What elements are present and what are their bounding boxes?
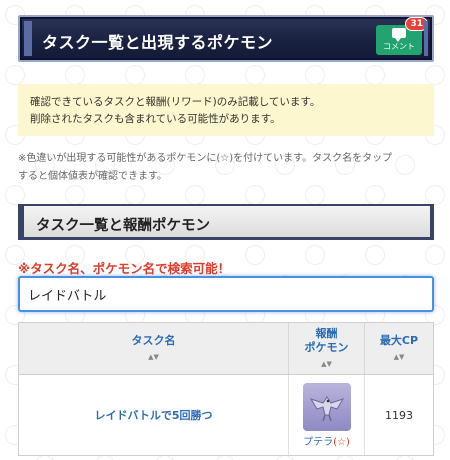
speech-bubble-icon: [392, 28, 406, 42]
column-header-cp[interactable]: 最大CP ▲▼: [365, 323, 433, 374]
shiny-mark: (☆): [333, 436, 350, 448]
sort-arrows-icon: ▲▼: [321, 359, 332, 368]
sort-arrows-icon: ▲▼: [393, 352, 405, 361]
table-header-row: タスク名 ▲▼ 報酬 ポケモン ▲▼ 最大CP ▲▼: [19, 323, 433, 375]
cp-cell: 1193: [365, 375, 433, 455]
column-header-reward-line2: ポケモン: [304, 340, 349, 354]
search-hint: ※タスク名、ポケモン名で検索可能！: [18, 261, 231, 276]
info-notice-box: 確認できているタスクと報酬(リワード)のみ記載しています。 削除されたタスクも含…: [18, 84, 434, 136]
page-title: タスク一覧と出現するポケモン: [42, 33, 274, 52]
task-link[interactable]: レイドバトルで5回勝つ: [95, 407, 213, 423]
column-header-task[interactable]: タスク名 ▲▼: [19, 323, 289, 374]
aerodactyl-icon[interactable]: [302, 382, 351, 431]
notice-line-1: 確認できているタスクと報酬(リワード)のみ記載しています。: [30, 96, 321, 108]
column-header-task-label: タスク名: [131, 333, 176, 347]
pokemon-name-text: プテラ: [303, 436, 334, 448]
reward-cell: プテラ(☆): [289, 375, 365, 455]
max-cp-value: 1193: [385, 408, 413, 422]
task-cell: レイドバトルで5回勝つ: [19, 375, 289, 455]
table-row: レイドバトルで5回勝つ プテラ(☆) 1193: [19, 375, 433, 455]
page-header-banner: タスク一覧と出現するポケモン コメント 31: [18, 15, 434, 62]
comment-count-badge: 31: [405, 17, 428, 31]
column-header-reward[interactable]: 報酬 ポケモン ▲▼: [289, 323, 365, 374]
shiny-note: ※色違いが出現する可能性があるポケモンに(☆)を付けています。タスク名をタップ …: [18, 150, 434, 186]
search-input[interactable]: [18, 276, 434, 312]
notice-line-2: 削除されたタスクも含まれている可能性があります。: [30, 113, 281, 125]
section-heading: タスク一覧と報酬ポケモン: [18, 204, 434, 240]
shiny-note-line-1: ※色違いが出現する可能性があるポケモンに(☆)を付けています。タスク名をタップ: [18, 153, 393, 164]
section-title: タスク一覧と報酬ポケモン: [36, 218, 210, 234]
column-header-cp-label: 最大CP: [379, 333, 419, 347]
shiny-note-line-2: すると個体値表が確認できます。: [18, 171, 167, 182]
column-header-reward-line1: 報酬: [315, 326, 338, 340]
comment-button[interactable]: コメント 31: [376, 17, 428, 55]
task-table: タスク名 ▲▼ 報酬 ポケモン ▲▼ 最大CP ▲▼ レイドバトルで5回勝つ プ…: [18, 322, 434, 456]
sort-arrows-icon: ▲▼: [148, 352, 159, 361]
comment-button-label: コメント: [383, 42, 415, 51]
pokemon-name[interactable]: プテラ(☆): [303, 433, 350, 448]
